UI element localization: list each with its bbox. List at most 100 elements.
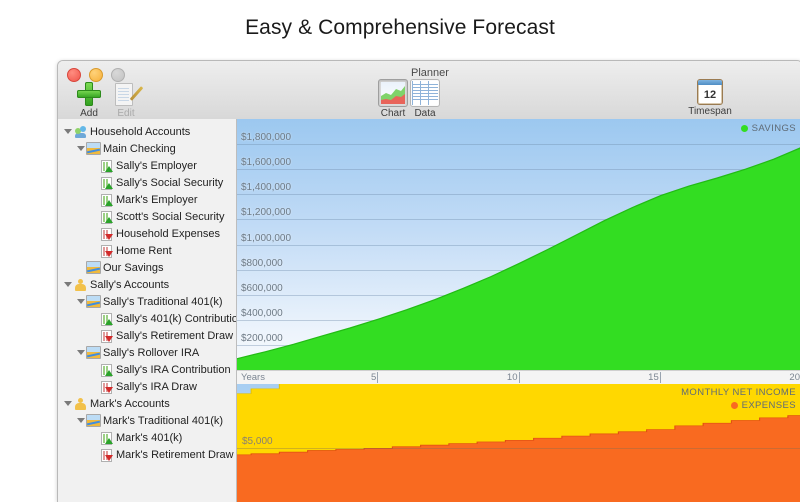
disclosure-triangle-open[interactable] [75, 418, 86, 423]
sidebar-item-label: Mark's Accounts [90, 397, 170, 410]
edit-button[interactable]: Edit [105, 81, 147, 119]
sidebar-item[interactable]: Sally's IRA Draw [58, 378, 236, 395]
sidebar-item-label: Sally's Social Security [116, 176, 224, 189]
add-button[interactable]: Add [68, 81, 110, 119]
sidebar-item[interactable]: Sally's Retirement Draw [58, 327, 236, 344]
sidebar-item[interactable]: Mark's Traditional 401(k) [58, 412, 236, 429]
y-axis-tick-label: $200,000 [241, 332, 283, 344]
y-axis-tick-label: $1,600,000 [241, 157, 292, 169]
page-title: Easy & Comprehensive Forecast [245, 16, 555, 39]
sidebar-item-label: Sally's Accounts [90, 278, 170, 291]
expense-icon [99, 227, 114, 241]
legend-label-savings: SAVINGS [751, 123, 796, 134]
sidebar-item[interactable]: Sally's Traditional 401(k) [58, 293, 236, 310]
disclosure-triangle-open[interactable] [75, 299, 86, 304]
sidebar-item-label: Household Expenses [116, 227, 220, 240]
income-icon [99, 210, 114, 224]
sidebar-item[interactable]: Mark's Retirement Draw [58, 446, 236, 463]
disclosure-triangle-open[interactable] [62, 129, 73, 134]
sidebar-item-label: Mark's 401(k) [116, 431, 183, 444]
sidebar-item-label: Sally's Rollover IRA [103, 346, 200, 359]
green-plus-icon [68, 81, 110, 107]
sidebar-item-label: Sally's Retirement Draw [116, 329, 234, 342]
expense-icon [99, 448, 114, 462]
y-axis-tick-label: $600,000 [241, 282, 283, 294]
sidebar-item[interactable]: Sally's Accounts [58, 276, 236, 293]
planner-window: Planner Add Edit Chart Data 12 Timespan … [57, 60, 800, 502]
edit-button-label: Edit [117, 108, 135, 119]
x-axis-tick-label: 5 [370, 372, 377, 383]
disclosure-triangle-open[interactable] [62, 401, 73, 406]
savings-chart[interactable]: $200,000 $400,000 $600,000 $800,000 $1,000,0… [237, 119, 800, 370]
sidebar-item-label: Our Savings [103, 261, 164, 274]
calendar-day-number: 12 [703, 88, 717, 101]
group-icon [73, 125, 88, 138]
legend-item-expenses: EXPENSES [670, 399, 796, 412]
account-icon [86, 261, 101, 274]
person-icon [73, 397, 88, 410]
cashflow-chart[interactable]: $5,000 MONTHLY NET INCOME EXPENSES [237, 384, 800, 502]
timespan-button-label: Timespan [688, 106, 732, 117]
sidebar-item[interactable]: Main Checking [58, 140, 236, 157]
sidebar-item-label: Sally's 401(k) Contribution [116, 312, 237, 325]
account-icon [86, 414, 101, 427]
calendar-icon: 12 [685, 79, 735, 105]
savings-legend: SAVINGS [740, 122, 796, 135]
sidebar-item[interactable]: Mark's Employer [58, 191, 236, 208]
sidebar-item[interactable]: Sally's Employer [58, 157, 236, 174]
window-title: Planner [411, 67, 449, 79]
account-icon [86, 346, 101, 359]
timespan-button[interactable]: 12 Timespan [685, 79, 735, 117]
sidebar-item[interactable]: Mark's 401(k) [58, 429, 236, 446]
legend-swatch-savings [740, 125, 748, 132]
sidebar-item-label: Sally's IRA Draw [116, 380, 197, 393]
tab-chart[interactable]: Chart [377, 79, 409, 119]
y-axis-labels: $200,000 $400,000 $600,000 $800,000 $1,000,0… [237, 119, 800, 370]
window-body: Household Accounts Main Checking Sally's E… [58, 119, 800, 502]
tab-data[interactable]: Data [409, 79, 441, 119]
window-titlebar: Planner Add Edit Chart Data 12 Timespan [58, 61, 800, 120]
sidebar-item[interactable]: Household Accounts [58, 123, 236, 140]
sidebar-item[interactable]: Our Savings [58, 259, 236, 276]
y-axis-tick-label: $1,200,000 [241, 207, 292, 219]
tab-data-label: Data [414, 108, 436, 119]
sidebar-item[interactable]: Sally's Social Security [58, 174, 236, 191]
disclosure-triangle-open[interactable] [62, 282, 73, 287]
income-icon [99, 159, 114, 173]
sidebar-item-label: Sally's IRA Contribution [116, 363, 231, 376]
sidebar-item[interactable]: Scott's Social Security [58, 208, 236, 225]
sidebar-item[interactable]: Home Rent [58, 242, 236, 259]
expense-icon [99, 380, 114, 394]
income-icon [99, 193, 114, 207]
document-pencil-icon [105, 81, 147, 107]
sidebar-item[interactable]: Household Expenses [58, 225, 236, 242]
legend-label-net-income: MONTHLY NET INCOME [681, 387, 796, 398]
charts-pane: $200,000 $400,000 $600,000 $800,000 $1,000,0… [237, 119, 800, 502]
disclosure-triangle-open[interactable] [75, 350, 86, 355]
sidebar-item[interactable]: Sally's IRA Contribution [58, 361, 236, 378]
lower-y-axis-tick-label: $5,000 [242, 436, 273, 448]
expense-icon [99, 244, 114, 258]
sidebar-item-label: Sally's Employer [116, 159, 197, 172]
legend-item-savings: SAVINGS [740, 122, 796, 135]
legend-swatch-net-income [670, 389, 678, 396]
x-axis-tick-label: 20 [789, 372, 800, 383]
person-icon [73, 278, 88, 291]
y-axis-tick-label: $1,800,000 [241, 132, 292, 144]
tab-chart-label: Chart [380, 108, 406, 119]
accounts-sidebar[interactable]: Household Accounts Main Checking Sally's E… [58, 119, 237, 502]
sidebar-item[interactable]: Mark's Accounts [58, 395, 236, 412]
sidebar-item-label: Scott's Social Security [116, 210, 225, 223]
disclosure-triangle-open[interactable] [75, 146, 86, 151]
y-axis-tick-label: $400,000 [241, 307, 283, 319]
y-axis-tick-label: $800,000 [241, 257, 283, 269]
x-axis-ticks: 5 10 15 20 [237, 371, 800, 384]
sidebar-item[interactable]: Sally's 401(k) Contribution [58, 310, 236, 327]
account-icon [86, 142, 101, 155]
sidebar-item[interactable]: Sally's Rollover IRA [58, 344, 236, 361]
sidebar-item-label: Mark's Employer [116, 193, 198, 206]
sidebar-item-label: Mark's Retirement Draw [116, 448, 234, 461]
sidebar-item-label: Household Accounts [90, 125, 191, 138]
line-chart-icon [378, 79, 408, 107]
screenshot-root: Easy & Comprehensive Forecast Planner Ad… [0, 0, 800, 502]
